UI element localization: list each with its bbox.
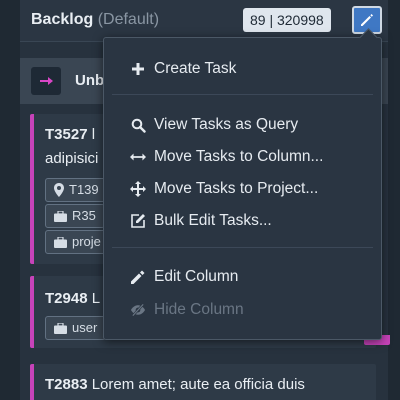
task-title: T2948 L [45, 290, 100, 307]
task-tag[interactable]: T139 [45, 178, 108, 202]
menu-item-bulk-edit[interactable]: Bulk Edit Tasks... [104, 207, 381, 235]
move-arrows-icon [130, 181, 146, 197]
menu-item-label: Edit Column [154, 268, 239, 285]
menu-item-label: Move Tasks to Column... [154, 148, 324, 165]
task-id[interactable]: T2948 [45, 290, 88, 307]
task-tag[interactable]: R35 [45, 204, 105, 228]
task-title-text: Lorem amet; aute ea officia duis [91, 376, 305, 393]
menu-item-label: Bulk Edit Tasks... [154, 212, 272, 229]
task-title-line2: adipisici [45, 150, 99, 167]
menu-item-label: Hide Column [154, 301, 244, 318]
menu-item-move-to-column[interactable]: Move Tasks to Column... [104, 143, 381, 171]
menu-item-label: View Tasks as Query [154, 116, 299, 133]
edit-square-icon [130, 213, 146, 229]
plus-icon [130, 61, 146, 77]
task-title-text: l [91, 126, 96, 143]
menu-divider [112, 247, 373, 248]
briefcase-icon [54, 236, 67, 248]
menu-item-view-tasks-query[interactable]: View Tasks as Query [104, 111, 381, 139]
column-title: Backlog (Default) [31, 11, 159, 29]
pencil-icon [130, 269, 146, 285]
pencil-icon [361, 14, 373, 26]
lane-label: Unb [75, 72, 105, 89]
task-title: T2883 Lorem amet; aute ea officia duis [45, 376, 305, 393]
menu-item-edit-column[interactable]: Edit Column [104, 263, 381, 291]
task-tag-label: proje [72, 234, 101, 249]
search-icon [130, 117, 146, 133]
arrows-horizontal-icon [130, 149, 146, 165]
briefcase-icon [54, 210, 67, 222]
menu-item-label: Move Tasks to Project... [154, 180, 319, 197]
task-tag-label: R35 [72, 208, 96, 223]
menu-divider [112, 94, 373, 95]
column-count-badge: 89 | 320998 [243, 8, 331, 32]
task-tag[interactable]: proje [45, 230, 110, 254]
task-tag-label: T139 [69, 182, 99, 197]
menu-item-label: Create Task [154, 60, 237, 77]
task-title: T3527 l [45, 126, 95, 143]
task-id[interactable]: T2883 [45, 376, 88, 393]
task-title-text: L [91, 290, 101, 307]
briefcase-icon [54, 322, 67, 334]
menu-item-create-task[interactable]: Create Task [104, 55, 381, 83]
column-title-text: Backlog [31, 11, 94, 28]
map-marker-icon [54, 183, 64, 197]
arrow-right-icon [40, 77, 53, 85]
task-card[interactable]: T2883 Lorem amet; aute ea officia duis [30, 364, 376, 400]
menu-item-move-to-project[interactable]: Move Tasks to Project... [104, 175, 381, 203]
task-id[interactable]: T3527 [45, 126, 88, 143]
lane-arrow-button[interactable] [31, 67, 61, 95]
eye-slash-icon [130, 302, 146, 318]
task-tag[interactable]: user [45, 316, 107, 340]
menu-item-hide-column: Hide Column [104, 296, 381, 324]
column-header: Backlog (Default) 89 | 320998 [20, 0, 388, 42]
column-default-label: (Default) [97, 11, 160, 28]
column-actions-menu: Create Task View Tasks as Query Move Tas… [103, 37, 382, 340]
task-tag-label: user [72, 320, 98, 335]
